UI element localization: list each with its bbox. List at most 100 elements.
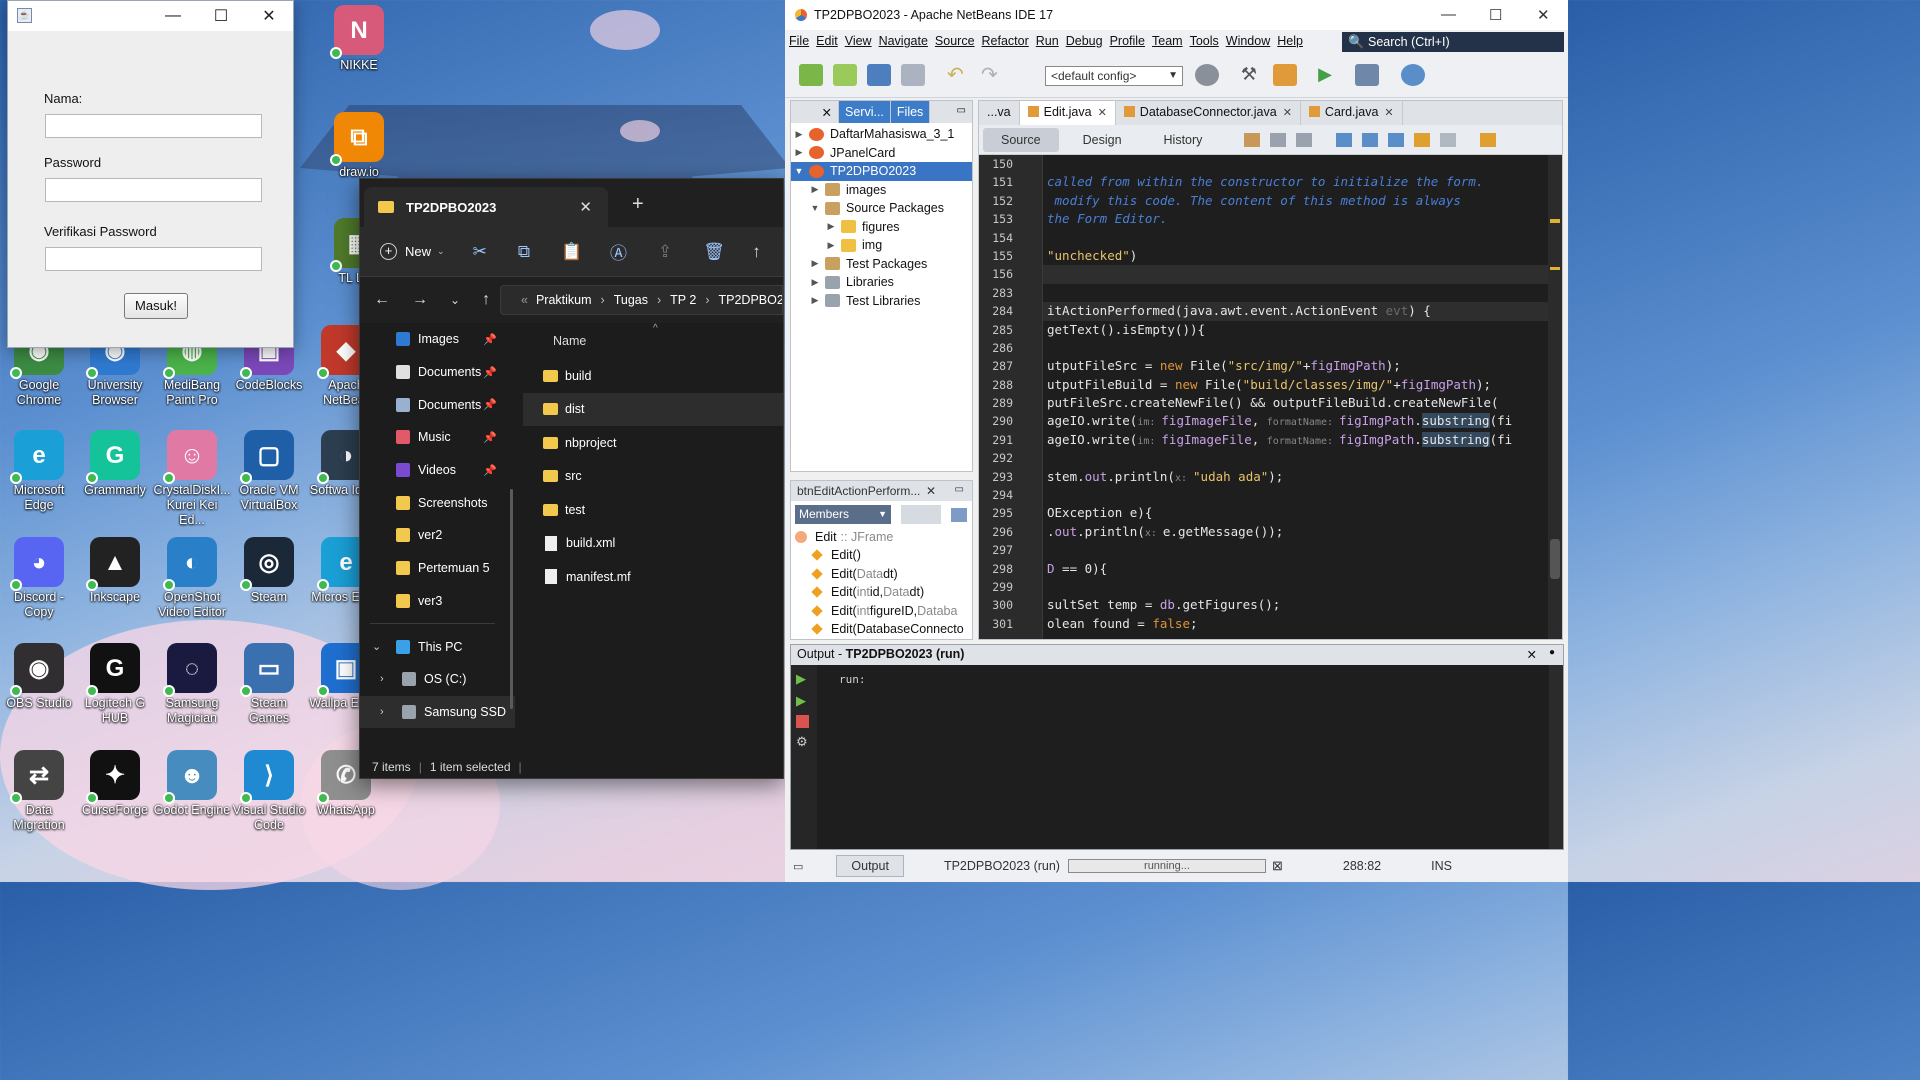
- code-line[interactable]: [1043, 486, 1562, 504]
- sidebar-scrollbar[interactable]: [510, 489, 513, 709]
- member-item[interactable]: Edit(DatabaseConnecto: [791, 620, 972, 639]
- code-line[interactable]: getText().isEmpty()){: [1043, 321, 1562, 339]
- sidebar-item[interactable]: Documents 📌: [360, 356, 515, 389]
- undo-icon[interactable]: ↶: [947, 64, 971, 86]
- up-icon[interactable]: ↑: [482, 291, 490, 309]
- file-list-item[interactable]: build: [523, 359, 783, 393]
- member-item[interactable]: Edit(int id, Data dt): [791, 583, 972, 602]
- code-line[interactable]: modify this code. The content of this me…: [1043, 192, 1562, 210]
- menu-refactor[interactable]: Refactor: [982, 34, 1029, 48]
- code-line[interactable]: ageIO.write(im: figImageFile, formatName…: [1043, 412, 1562, 430]
- breadcrumb-item[interactable]: TP2DPBO20: [719, 293, 783, 307]
- chevron-right-icon[interactable]: ›: [380, 673, 384, 685]
- close-button[interactable]: ✕: [1537, 6, 1550, 24]
- chevron-right-icon[interactable]: ›: [380, 706, 384, 718]
- tree-node[interactable]: ▶ img: [791, 236, 972, 255]
- code-line[interactable]: utputFileSrc = new File("src/img/"+figIm…: [1043, 357, 1562, 375]
- expanded-icon[interactable]: ▼: [809, 203, 821, 213]
- sidebar-item-drive[interactable]: › Samsung SSD: [360, 695, 515, 729]
- sidebar-item[interactable]: Images 📌: [360, 323, 515, 356]
- delete-icon[interactable]: 🗑: [703, 242, 725, 262]
- cut-icon[interactable]: ✂: [473, 242, 487, 262]
- new-tab-button[interactable]: +: [632, 193, 644, 216]
- menu-window[interactable]: Window: [1226, 34, 1270, 48]
- tree-node[interactable]: ▶ Test Libraries: [791, 292, 972, 311]
- close-tab-icon[interactable]: ✕: [1283, 107, 1292, 119]
- code-line[interactable]: putFileSrc.createNewFile() && outputFile…: [1043, 394, 1562, 412]
- file-list-item[interactable]: nbproject: [523, 426, 783, 460]
- tree-node[interactable]: ▶ images: [791, 181, 972, 200]
- close-button[interactable]: ✕: [245, 6, 293, 26]
- toggle-highlight-icon[interactable]: [1414, 132, 1431, 147]
- code-line[interactable]: [1043, 578, 1562, 596]
- minimize-panel-icon[interactable]: ▭: [955, 484, 964, 495]
- menu-tools[interactable]: Tools: [1190, 34, 1219, 48]
- rerun-with-args-icon[interactable]: ▶: [796, 693, 812, 709]
- desktop-icon[interactable]: e Microsoft Edge: [0, 430, 78, 513]
- password-field[interactable]: [45, 178, 262, 202]
- column-header-name[interactable]: Name ^: [523, 323, 783, 359]
- code-line[interactable]: [1043, 229, 1562, 247]
- desktop-icon[interactable]: ☺ CrystalDiskI... Kurei Kei Ed...: [153, 430, 231, 528]
- config-select[interactable]: <default config> ▼: [1045, 66, 1183, 86]
- verifikasi-password-field[interactable]: [45, 247, 262, 271]
- code-line[interactable]: stem.out.println(x: "udah ada");: [1043, 468, 1562, 486]
- menu-source[interactable]: Source: [935, 34, 975, 48]
- collapsed-icon[interactable]: ▶: [809, 184, 821, 195]
- breadcrumb-item[interactable]: TP 2: [670, 293, 696, 307]
- menu-team[interactable]: Team: [1152, 34, 1183, 48]
- navigator-secondary-select[interactable]: [901, 505, 941, 524]
- navigator-view-icon[interactable]: [951, 507, 967, 522]
- code-line[interactable]: itActionPerformed(java.awt.event.ActionE…: [1043, 302, 1562, 321]
- member-item[interactable]: Edit(Data dt): [791, 565, 972, 584]
- editor-tab[interactable]: Edit.java ✕: [1019, 101, 1116, 125]
- close-icon[interactable]: ✕: [1527, 647, 1537, 662]
- desktop-icon[interactable]: G Grammarly: [76, 430, 154, 498]
- code-line[interactable]: [1043, 284, 1562, 302]
- new-button[interactable]: + New ⌄: [380, 243, 445, 260]
- desktop-icon[interactable]: ▢ Oracle VM VirtualBox: [230, 430, 308, 513]
- output-scrollbar[interactable]: [1549, 665, 1563, 849]
- sidebar-item[interactable]: ver2: [360, 519, 515, 552]
- ide-search-input[interactable]: 🔍 Search (Ctrl+I): [1342, 32, 1564, 52]
- cancel-task-icon[interactable]: ⊠: [1272, 858, 1283, 874]
- menu-view[interactable]: View: [845, 34, 872, 48]
- desktop-icon[interactable]: ▲ Inkscape: [76, 537, 154, 605]
- code-line[interactable]: olean found = false;: [1043, 615, 1562, 633]
- tree-node[interactable]: ▼ TP2DPBO2023: [791, 162, 972, 181]
- tree-node[interactable]: ▶ Libraries: [791, 273, 972, 292]
- collapsed-icon[interactable]: ▶: [825, 240, 837, 251]
- save-all-icon[interactable]: [901, 63, 925, 86]
- collapsed-icon[interactable]: ▶: [793, 147, 805, 158]
- menu-help[interactable]: Help: [1277, 34, 1303, 48]
- desktop-icon[interactable]: G Logitech G HUB: [76, 643, 154, 726]
- collapsed-icon[interactable]: ▶: [809, 258, 821, 269]
- close-tab-icon[interactable]: ✕: [1384, 107, 1393, 119]
- sidebar-item[interactable]: Documents 📌: [360, 388, 515, 421]
- new-project-icon[interactable]: [833, 63, 857, 86]
- close-icon[interactable]: ✕: [926, 484, 936, 498]
- desktop-icon[interactable]: ⇄ Data Migration: [0, 750, 78, 833]
- sort-icon[interactable]: ↑: [752, 242, 761, 262]
- navigator-class-row[interactable]: Edit :: JFrame: [791, 528, 972, 546]
- sidebar-item-this-pc[interactable]: ⌄ This PC: [360, 630, 515, 663]
- menu-edit[interactable]: Edit: [816, 34, 838, 48]
- desktop-icon[interactable]: ◐ OpenShot Video Editor: [153, 537, 231, 620]
- next-occurrence-icon[interactable]: [1388, 132, 1405, 147]
- menu-navigate[interactable]: Navigate: [879, 34, 928, 48]
- paste-icon[interactable]: 📋: [561, 242, 582, 262]
- copy-icon[interactable]: ⧉: [518, 242, 530, 262]
- editor-tab[interactable]: Card.java ✕: [1301, 101, 1403, 125]
- stop-icon[interactable]: [796, 715, 809, 728]
- close-tab-icon[interactable]: ✕: [579, 198, 592, 216]
- rerun-icon[interactable]: ▶: [796, 671, 812, 687]
- menu-debug[interactable]: Debug: [1066, 34, 1103, 48]
- desktop-icon[interactable]: ☻ Godot Engine: [153, 750, 231, 818]
- minimize-button[interactable]: —: [149, 7, 197, 25]
- breadcrumb[interactable]: « Praktikum› Tugas› TP 2› TP2DPBO20: [500, 285, 783, 315]
- file-list-item[interactable]: src: [523, 460, 783, 494]
- tab-design[interactable]: Design: [1065, 128, 1140, 152]
- clean-build-icon[interactable]: [1273, 64, 1297, 86]
- maximize-button[interactable]: ☐: [197, 6, 245, 26]
- rename-icon[interactable]: Ⓐ: [610, 239, 627, 264]
